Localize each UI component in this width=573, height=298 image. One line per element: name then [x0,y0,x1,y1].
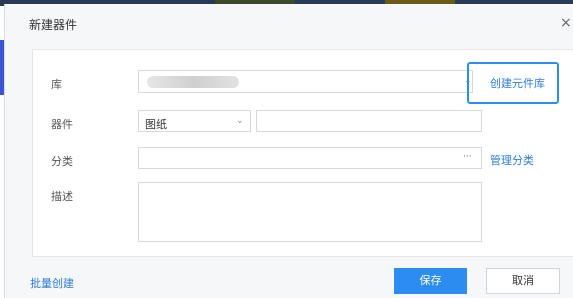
category-label: 分类 [51,155,73,168]
dialog-header: 新建器件 × [5,4,573,42]
library-select[interactable]: ⌄ [138,70,473,93]
chevron-down-icon: ⌄ [236,116,244,126]
highlight-box [467,62,559,104]
batch-create-link[interactable]: 批量创建 [30,275,74,291]
description-label: 描述 [51,190,73,203]
more-icon[interactable]: ··· [463,152,472,162]
dialog-title: 新建器件 [29,18,78,32]
close-icon[interactable]: × [560,15,572,31]
component-type-select[interactable]: 图纸 ⌄ [138,110,251,132]
component-label: 器件 [51,118,73,131]
library-label: 库 [51,78,62,91]
cancel-button[interactable]: 取消 [486,268,560,294]
new-component-dialog: 新建器件 × 库 ⌄ 创建元件库 器件 图纸 ⌄ 分类 ··· 管理分类 描述 [4,4,573,298]
manage-category-link[interactable]: 管理分类 [490,152,534,168]
save-button[interactable]: 保存 [394,268,467,294]
component-type-value: 图纸 [145,118,167,131]
component-name-input[interactable] [256,110,482,132]
category-input[interactable]: ··· [138,147,482,169]
description-textarea[interactable] [138,182,482,242]
library-value-blurred [147,76,239,88]
